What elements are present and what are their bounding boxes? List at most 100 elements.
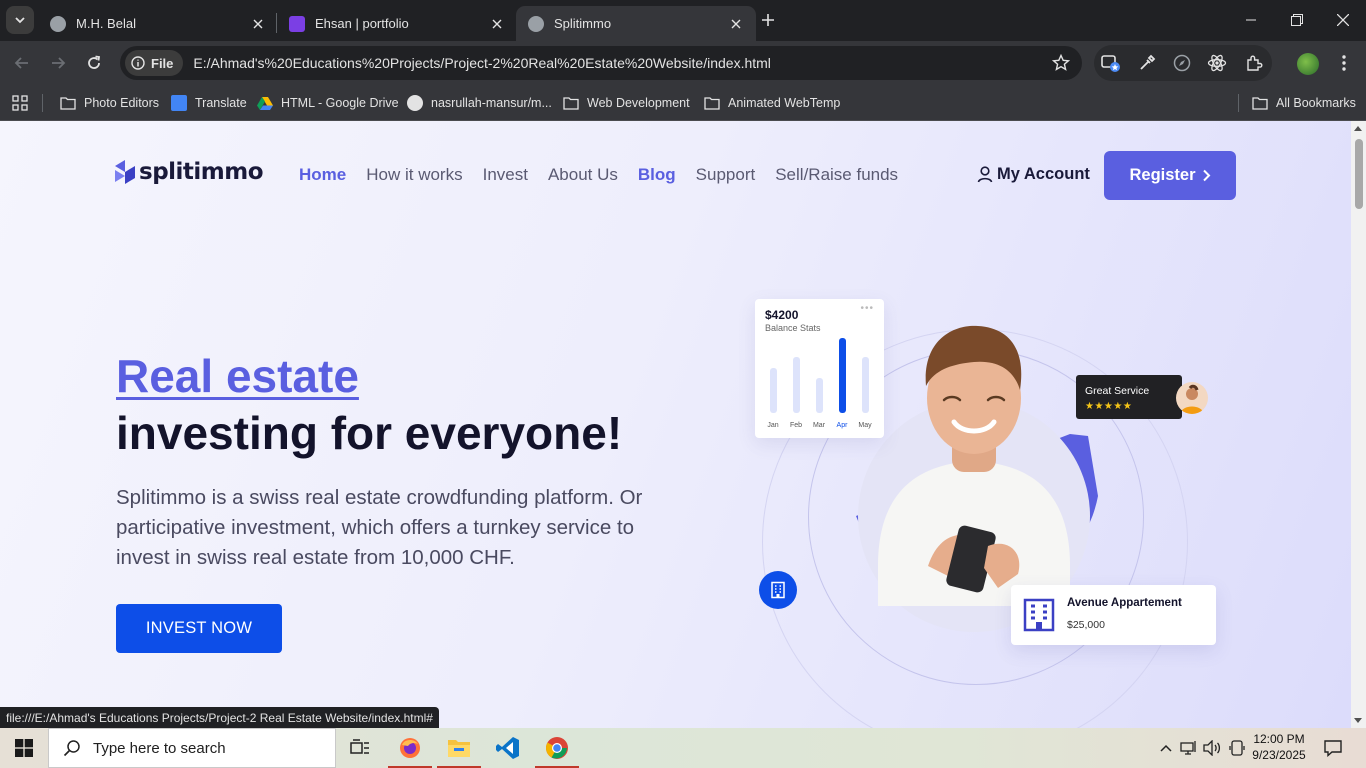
taskbar-clock[interactable]: 12:00 PM 9/23/2025 bbox=[1240, 731, 1318, 763]
bookmark-translate[interactable]: Translate bbox=[171, 92, 247, 114]
browser-toolbar: File E:/Ahmad's%20Educations%20Projects/… bbox=[0, 41, 1366, 85]
bookmark-label: Web Development bbox=[587, 96, 690, 110]
bookmark-label: HTML - Google Drive bbox=[281, 96, 399, 110]
arrow-left-icon bbox=[14, 57, 28, 69]
month-label: Apr bbox=[836, 422, 848, 429]
apartment-price: $25,000 bbox=[1067, 619, 1105, 631]
bookmark-photo-editors[interactable]: Photo Editors bbox=[60, 92, 159, 114]
close-tab-icon[interactable] bbox=[250, 16, 266, 32]
nav-support[interactable]: Support bbox=[696, 165, 756, 185]
compass-extension-icon[interactable] bbox=[1172, 53, 1192, 73]
nav-invest[interactable]: Invest bbox=[483, 165, 528, 185]
arrow-right-icon bbox=[52, 57, 66, 69]
show-hidden-icons-button[interactable] bbox=[1156, 738, 1176, 758]
apps-grid-icon[interactable] bbox=[12, 92, 28, 114]
notifications-icon[interactable] bbox=[1323, 738, 1343, 758]
balance-label: Balance Stats bbox=[765, 323, 821, 333]
tab-splitimmo[interactable]: Splitimmo bbox=[516, 6, 756, 41]
tab-mh-belal[interactable]: M.H. Belal bbox=[38, 6, 278, 41]
bookmark-google-drive[interactable]: HTML - Google Drive bbox=[257, 92, 399, 114]
task-view-button[interactable] bbox=[336, 728, 384, 768]
extensions-group bbox=[1094, 45, 1272, 81]
file-explorer-taskbar-icon[interactable] bbox=[435, 728, 483, 768]
taskbar-search-box[interactable]: Type here to search bbox=[48, 728, 336, 768]
nav-home[interactable]: Home bbox=[299, 165, 346, 185]
scroll-down-arrow-icon[interactable] bbox=[1354, 718, 1362, 723]
new-tab-button[interactable] bbox=[756, 8, 780, 32]
tab-title: M.H. Belal bbox=[76, 16, 136, 31]
firefox-taskbar-icon[interactable] bbox=[386, 728, 434, 768]
great-service-card: Great Service ★★★★★ bbox=[1076, 375, 1182, 419]
apartment-name: Avenue Appartement bbox=[1067, 597, 1182, 609]
volume-icon[interactable] bbox=[1202, 738, 1222, 758]
bookmark-web-development[interactable]: Web Development bbox=[563, 92, 690, 114]
page-viewport: splitimmo Home How it works Invest About… bbox=[0, 121, 1351, 728]
chrome-menu-icon[interactable] bbox=[1334, 53, 1354, 73]
reviewer-avatar bbox=[1176, 382, 1208, 414]
chevron-down-icon bbox=[15, 17, 25, 24]
nav-sell-raise-funds[interactable]: Sell/Raise funds bbox=[775, 165, 898, 185]
chevron-right-icon bbox=[1202, 169, 1210, 182]
my-account-label: My Account bbox=[997, 165, 1090, 183]
forward-button[interactable] bbox=[44, 49, 72, 77]
balance-bar bbox=[770, 368, 777, 413]
windows-logo-icon bbox=[15, 739, 33, 757]
register-button[interactable]: Register bbox=[1104, 151, 1236, 200]
bookmark-label: Animated WebTemp bbox=[728, 96, 841, 110]
address-bar[interactable]: File E:/Ahmad's%20Educations%20Projects/… bbox=[120, 46, 1082, 80]
react-devtools-icon[interactable] bbox=[1207, 53, 1227, 73]
bookmark-star-icon[interactable] bbox=[1051, 53, 1071, 77]
extensions-puzzle-icon[interactable] bbox=[1244, 53, 1264, 73]
tab-ehsan-portfolio[interactable]: Ehsan | portfolio bbox=[277, 6, 517, 41]
eyedropper-extension-icon[interactable] bbox=[1137, 53, 1157, 73]
minimize-button[interactable] bbox=[1228, 0, 1274, 40]
page-scrollbar[interactable] bbox=[1351, 121, 1366, 728]
balance-bar bbox=[793, 357, 800, 413]
scrollbar-thumb[interactable] bbox=[1355, 139, 1363, 209]
main-nav: Home How it works Invest About Us Blog S… bbox=[299, 165, 898, 185]
tab-search-button[interactable] bbox=[6, 6, 34, 34]
bookmark-label: All Bookmarks bbox=[1276, 96, 1356, 110]
my-account-link[interactable]: My Account bbox=[977, 165, 1090, 184]
bookmark-label: nasrullah-mansur/m... bbox=[431, 96, 552, 110]
splitimmo-logo[interactable]: splitimmo bbox=[115, 159, 264, 185]
bookmark-label: Photo Editors bbox=[84, 96, 160, 110]
info-icon bbox=[131, 56, 145, 70]
link-status-bar: file:///E:/Ahmad's Educations Projects/P… bbox=[0, 707, 439, 728]
avenue-appartement-card: Avenue Appartement $25,000 bbox=[1011, 585, 1216, 645]
profile-avatar[interactable] bbox=[1297, 53, 1319, 75]
network-icon[interactable] bbox=[1179, 738, 1199, 758]
chrome-taskbar-icon[interactable] bbox=[533, 728, 581, 768]
reload-button[interactable] bbox=[80, 49, 108, 77]
hero-title-accent[interactable]: Real estate bbox=[116, 349, 359, 403]
tab-manager-extension-icon[interactable] bbox=[1101, 53, 1121, 73]
nav-blog[interactable]: Blog bbox=[638, 165, 676, 185]
month-label: May bbox=[858, 422, 872, 429]
bookmark-label: Translate bbox=[195, 96, 247, 110]
globe-icon bbox=[50, 15, 66, 32]
url-text[interactable]: E:/Ahmad's%20Educations%20Projects/Proje… bbox=[193, 55, 771, 71]
plus-icon bbox=[762, 14, 774, 26]
all-bookmarks-button[interactable]: All Bookmarks bbox=[1252, 92, 1356, 114]
site-info-chip[interactable]: File bbox=[125, 50, 184, 76]
month-label: Mar bbox=[812, 422, 826, 429]
scroll-up-arrow-icon[interactable] bbox=[1354, 126, 1362, 131]
google-drive-icon bbox=[257, 97, 273, 110]
close-window-button[interactable] bbox=[1320, 0, 1366, 40]
back-button[interactable] bbox=[8, 49, 36, 77]
month-label: Feb bbox=[789, 422, 803, 429]
balance-stats-card: $4200 Balance Stats ••• Jan Feb Mar Apr May bbox=[755, 299, 884, 438]
clock-date: 9/23/2025 bbox=[1252, 748, 1306, 762]
nav-how-it-works[interactable]: How it works bbox=[366, 165, 462, 185]
bookmark-animated-webtemp[interactable]: Animated WebTemp bbox=[704, 92, 840, 114]
close-tab-icon[interactable] bbox=[489, 16, 505, 32]
start-button[interactable] bbox=[0, 728, 48, 768]
nav-about-us[interactable]: About Us bbox=[548, 165, 618, 185]
close-tab-icon[interactable] bbox=[728, 16, 744, 32]
folder-icon bbox=[563, 97, 579, 110]
invest-now-button[interactable]: INVEST NOW bbox=[116, 604, 282, 653]
restore-button[interactable] bbox=[1274, 0, 1320, 40]
bookmark-github[interactable]: nasrullah-mansur/m... bbox=[407, 92, 552, 114]
vscode-taskbar-icon[interactable] bbox=[484, 728, 532, 768]
logo-text: splitimmo bbox=[139, 159, 264, 185]
